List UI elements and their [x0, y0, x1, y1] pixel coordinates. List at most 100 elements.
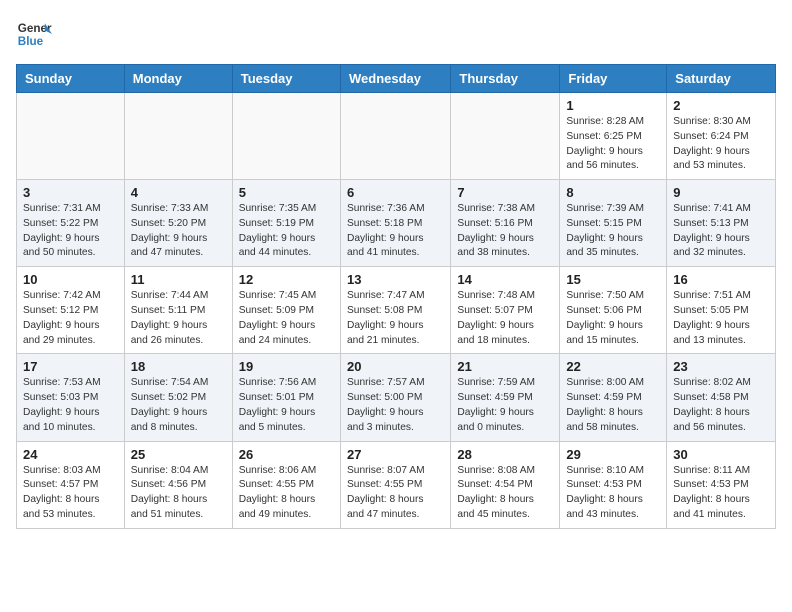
- calendar-cell: 25 Sunrise: 8:04 AM Sunset: 4:56 PM Dayli…: [124, 441, 232, 528]
- day-number: 8: [566, 185, 660, 200]
- col-header-saturday: Saturday: [667, 65, 776, 93]
- day-info: Sunrise: 8:04 AM Sunset: 4:56 PM Dayligh…: [131, 464, 226, 523]
- day-info: Sunrise: 8:00 AM Sunset: 4:59 PM Dayligh…: [566, 376, 660, 435]
- calendar-cell: 7 Sunrise: 7:38 AM Sunset: 5:16 PM Daylig…: [451, 180, 560, 267]
- day-number: 19: [239, 359, 334, 374]
- day-info: Sunrise: 7:56 AM Sunset: 5:01 PM Dayligh…: [239, 376, 334, 435]
- day-number: 25: [131, 447, 226, 462]
- calendar-cell: 11 Sunrise: 7:44 AM Sunset: 5:11 PM Dayli…: [124, 267, 232, 354]
- calendar-cell: 6 Sunrise: 7:36 AM Sunset: 5:18 PM Daylig…: [340, 180, 450, 267]
- day-info: Sunrise: 7:51 AM Sunset: 5:05 PM Dayligh…: [673, 289, 769, 348]
- day-info: Sunrise: 7:35 AM Sunset: 5:19 PM Dayligh…: [239, 202, 334, 261]
- day-number: 14: [457, 272, 553, 287]
- calendar-cell: 8 Sunrise: 7:39 AM Sunset: 5:15 PM Daylig…: [560, 180, 667, 267]
- day-number: 23: [673, 359, 769, 374]
- day-info: Sunrise: 8:11 AM Sunset: 4:53 PM Dayligh…: [673, 464, 769, 523]
- day-number: 29: [566, 447, 660, 462]
- day-number: 28: [457, 447, 553, 462]
- calendar-cell: 14 Sunrise: 7:48 AM Sunset: 5:07 PM Dayli…: [451, 267, 560, 354]
- calendar-cell: 12Sunrise: 7:45 AM Sunset: 5:09 PM Dayli…: [232, 267, 340, 354]
- day-info: Sunrise: 8:06 AM Sunset: 4:55 PM Dayligh…: [239, 464, 334, 523]
- day-info: Sunrise: 7:53 AM Sunset: 5:03 PM Dayligh…: [23, 376, 118, 435]
- calendar-cell: 15 Sunrise: 7:50 AM Sunset: 5:06 PM Dayli…: [560, 267, 667, 354]
- day-number: 21: [457, 359, 553, 374]
- day-info: Sunrise: 7:44 AM Sunset: 5:11 PM Dayligh…: [131, 289, 226, 348]
- calendar-cell: [124, 93, 232, 180]
- calendar-week-row: 17 Sunrise: 7:53 AM Sunset: 5:03 PM Dayli…: [17, 354, 776, 441]
- col-header-sunday: Sunday: [17, 65, 125, 93]
- day-number: 1: [566, 98, 660, 113]
- day-number: 24: [23, 447, 118, 462]
- calendar-cell: 16Sunrise: 7:51 AM Sunset: 5:05 PM Dayli…: [667, 267, 776, 354]
- calendar-cell: 21 Sunrise: 7:59 AM Sunset: 4:59 PM Dayli…: [451, 354, 560, 441]
- col-header-friday: Friday: [560, 65, 667, 93]
- page-header: General Blue: [16, 16, 776, 52]
- day-number: 7: [457, 185, 553, 200]
- day-info: Sunrise: 7:38 AM Sunset: 5:16 PM Dayligh…: [457, 202, 553, 261]
- calendar-table: SundayMondayTuesdayWednesdayThursdayFrid…: [16, 64, 776, 529]
- day-info: Sunrise: 7:48 AM Sunset: 5:07 PM Dayligh…: [457, 289, 553, 348]
- calendar-cell: 9 Sunrise: 7:41 AM Sunset: 5:13 PM Daylig…: [667, 180, 776, 267]
- day-info: Sunrise: 8:28 AM Sunset: 6:25 PM Dayligh…: [566, 115, 660, 174]
- day-number: 30: [673, 447, 769, 462]
- day-number: 20: [347, 359, 444, 374]
- day-info: Sunrise: 8:10 AM Sunset: 4:53 PM Dayligh…: [566, 464, 660, 523]
- calendar-week-row: 24 Sunrise: 8:03 AM Sunset: 4:57 PM Dayli…: [17, 441, 776, 528]
- day-number: 11: [131, 272, 226, 287]
- calendar-cell: 2Sunrise: 8:30 AM Sunset: 6:24 PM Daylig…: [667, 93, 776, 180]
- day-number: 3: [23, 185, 118, 200]
- day-info: Sunrise: 7:31 AM Sunset: 5:22 PM Dayligh…: [23, 202, 118, 261]
- day-info: Sunrise: 7:33 AM Sunset: 5:20 PM Dayligh…: [131, 202, 226, 261]
- day-info: Sunrise: 7:39 AM Sunset: 5:15 PM Dayligh…: [566, 202, 660, 261]
- logo: General Blue: [16, 16, 52, 52]
- calendar-cell: 13 Sunrise: 7:47 AM Sunset: 5:08 PM Dayli…: [340, 267, 450, 354]
- day-number: 13: [347, 272, 444, 287]
- calendar-cell: [451, 93, 560, 180]
- svg-text:Blue: Blue: [18, 35, 44, 48]
- calendar-cell: [232, 93, 340, 180]
- day-info: Sunrise: 7:54 AM Sunset: 5:02 PM Dayligh…: [131, 376, 226, 435]
- day-info: Sunrise: 7:59 AM Sunset: 4:59 PM Dayligh…: [457, 376, 553, 435]
- day-info: Sunrise: 7:57 AM Sunset: 5:00 PM Dayligh…: [347, 376, 444, 435]
- calendar-cell: 4 Sunrise: 7:33 AM Sunset: 5:20 PM Daylig…: [124, 180, 232, 267]
- day-info: Sunrise: 7:50 AM Sunset: 5:06 PM Dayligh…: [566, 289, 660, 348]
- day-info: Sunrise: 7:42 AM Sunset: 5:12 PM Dayligh…: [23, 289, 118, 348]
- day-number: 15: [566, 272, 660, 287]
- day-info: Sunrise: 8:03 AM Sunset: 4:57 PM Dayligh…: [23, 464, 118, 523]
- day-number: 18: [131, 359, 226, 374]
- col-header-tuesday: Tuesday: [232, 65, 340, 93]
- day-info: Sunrise: 7:36 AM Sunset: 5:18 PM Dayligh…: [347, 202, 444, 261]
- day-number: 17: [23, 359, 118, 374]
- day-info: Sunrise: 8:07 AM Sunset: 4:55 PM Dayligh…: [347, 464, 444, 523]
- calendar-cell: 24 Sunrise: 8:03 AM Sunset: 4:57 PM Dayli…: [17, 441, 125, 528]
- calendar-cell: 26 Sunrise: 8:06 AM Sunset: 4:55 PM Dayli…: [232, 441, 340, 528]
- calendar-cell: 19 Sunrise: 7:56 AM Sunset: 5:01 PM Dayli…: [232, 354, 340, 441]
- calendar-cell: 17 Sunrise: 7:53 AM Sunset: 5:03 PM Dayli…: [17, 354, 125, 441]
- calendar-cell: 3 Sunrise: 7:31 AM Sunset: 5:22 PM Daylig…: [17, 180, 125, 267]
- day-number: 9: [673, 185, 769, 200]
- day-number: 26: [239, 447, 334, 462]
- calendar-cell: 10 Sunrise: 7:42 AM Sunset: 5:12 PM Dayli…: [17, 267, 125, 354]
- day-number: 10: [23, 272, 118, 287]
- day-number: 6: [347, 185, 444, 200]
- col-header-monday: Monday: [124, 65, 232, 93]
- calendar-week-row: 3 Sunrise: 7:31 AM Sunset: 5:22 PM Daylig…: [17, 180, 776, 267]
- day-info: Sunrise: 7:45 AM Sunset: 5:09 PM Dayligh…: [239, 289, 334, 348]
- calendar-cell: 28 Sunrise: 8:08 AM Sunset: 4:54 PM Dayli…: [451, 441, 560, 528]
- day-info: Sunrise: 7:41 AM Sunset: 5:13 PM Dayligh…: [673, 202, 769, 261]
- day-number: 4: [131, 185, 226, 200]
- day-number: 5: [239, 185, 334, 200]
- calendar-header-row: SundayMondayTuesdayWednesdayThursdayFrid…: [17, 65, 776, 93]
- day-info: Sunrise: 7:47 AM Sunset: 5:08 PM Dayligh…: [347, 289, 444, 348]
- calendar-week-row: 10 Sunrise: 7:42 AM Sunset: 5:12 PM Dayli…: [17, 267, 776, 354]
- calendar-cell: 23Sunrise: 8:02 AM Sunset: 4:58 PM Dayli…: [667, 354, 776, 441]
- calendar-week-row: 1 Sunrise: 8:28 AM Sunset: 6:25 PM Daylig…: [17, 93, 776, 180]
- calendar-cell: 30 Sunrise: 8:11 AM Sunset: 4:53 PM Dayli…: [667, 441, 776, 528]
- day-info: Sunrise: 8:08 AM Sunset: 4:54 PM Dayligh…: [457, 464, 553, 523]
- day-number: 27: [347, 447, 444, 462]
- logo-icon: General Blue: [16, 16, 52, 52]
- day-number: 22: [566, 359, 660, 374]
- col-header-wednesday: Wednesday: [340, 65, 450, 93]
- calendar-cell: 29 Sunrise: 8:10 AM Sunset: 4:53 PM Dayli…: [560, 441, 667, 528]
- calendar-cell: 27 Sunrise: 8:07 AM Sunset: 4:55 PM Dayli…: [340, 441, 450, 528]
